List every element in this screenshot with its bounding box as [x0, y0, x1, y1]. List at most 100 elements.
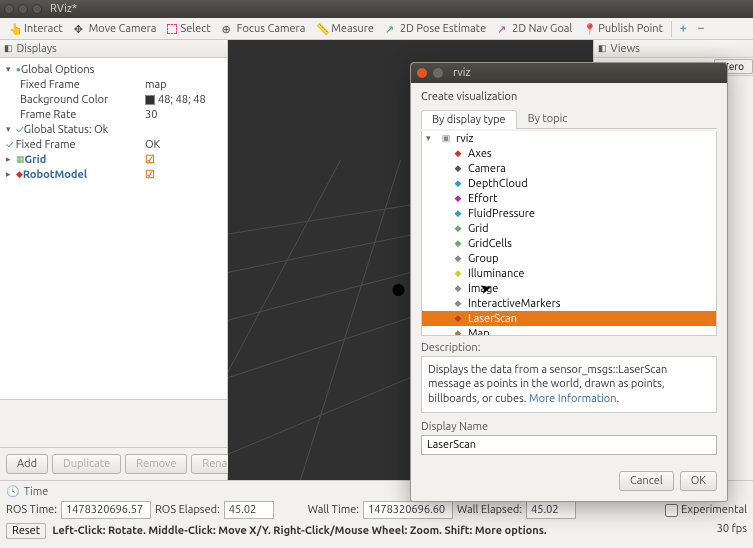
ros-time-field[interactable]	[61, 501, 151, 519]
fixed-frame-row[interactable]: Fixed Framemap	[0, 77, 227, 92]
dialog-tabs: By display type By topic	[421, 109, 717, 129]
type-item-camera[interactable]: ◆ Camera	[422, 161, 716, 176]
window-titlebar: RViz*	[0, 0, 753, 18]
gridcells-icon: ◆	[452, 238, 464, 250]
ros-elapsed-label: ROS Elapsed:	[155, 504, 220, 516]
window-maximize-button[interactable]	[32, 4, 42, 14]
add-button[interactable]: Add	[6, 454, 48, 474]
plus-icon: +	[680, 22, 687, 35]
move-icon: ✥	[74, 23, 86, 35]
description-label: Description:	[421, 342, 717, 354]
displays-panel: ◧ Displays ▾●Global Options Fixed Framem…	[0, 40, 228, 480]
type-item-effort[interactable]: ◆ Effort	[422, 191, 716, 206]
grid-icon: ◆	[452, 223, 464, 235]
type-item-fluidpressure[interactable]: ◆FluidPressure	[422, 206, 716, 221]
focus-camera-tool[interactable]: ⊕Focus Camera	[217, 22, 311, 36]
type-item-label: Camera	[468, 163, 506, 175]
display-name-label: Display Name	[421, 421, 717, 433]
type-item-label: Map	[468, 328, 490, 337]
type-item-label: DepthCloud	[468, 178, 528, 190]
type-item-axes[interactable]: ◆Axes	[422, 146, 716, 161]
frame-rate-row[interactable]: Frame Rate30	[0, 107, 227, 122]
type-item-grid[interactable]: ◆Grid	[422, 221, 716, 236]
global-options-row[interactable]: ▾●Global Options	[0, 62, 227, 77]
move-camera-tool[interactable]: ✥Move Camera	[69, 22, 162, 36]
checkbox-icon[interactable]: ☑	[145, 153, 157, 166]
effort-icon: ◆	[452, 193, 464, 205]
arrow-green-icon: ↗	[385, 23, 397, 35]
global-status-row[interactable]: ▾✓Global Status: Ok	[0, 122, 227, 137]
map-icon: ◆	[452, 328, 464, 337]
wall-time-field[interactable]	[363, 501, 453, 519]
display-name-input[interactable]	[421, 435, 717, 455]
type-group-rviz[interactable]: ▾▣rviz	[422, 131, 716, 146]
duplicate-button[interactable]: Duplicate	[52, 454, 121, 474]
ok-button[interactable]: OK	[680, 471, 717, 491]
wall-elapsed-field[interactable]	[526, 501, 576, 519]
type-item-label: Effort	[468, 193, 497, 205]
tab-by-topic[interactable]: By topic	[517, 109, 579, 128]
views-panel-header[interactable]: ◧ Views	[594, 40, 753, 58]
camera-icon: ◆	[452, 163, 464, 175]
type-item-label: Group	[468, 253, 499, 265]
grid-display-row[interactable]: ▸▦Grid☑	[0, 152, 227, 167]
create-visualization-dialog: rviz Create visualization By display typ…	[410, 62, 728, 502]
ruler-icon: 📏	[316, 23, 328, 35]
type-item-illuminance[interactable]: ◆Illuminance	[422, 266, 716, 281]
window-close-button[interactable]	[4, 4, 14, 14]
add-tool-button[interactable]: +	[675, 21, 692, 36]
robot-model-row[interactable]: ▸◆RobotModel☑	[0, 167, 227, 182]
measure-tool[interactable]: 📏Measure	[311, 22, 379, 36]
select-tool[interactable]: Select	[162, 22, 215, 36]
displays-panel-header[interactable]: ◧ Displays	[0, 40, 227, 58]
more-info-link[interactable]: More Information	[529, 393, 616, 405]
type-item-interactivemarkers[interactable]: ◆InteractiveMarkers	[422, 296, 716, 311]
display-type-list[interactable]: ▾▣rviz ◆Axes◆Camera◆DepthCloud◆Effort◆Fl…	[421, 131, 717, 336]
type-item-gridcells[interactable]: ◆ GridCells	[422, 236, 716, 251]
type-item-label: Image	[468, 283, 498, 295]
experimental-checkbox[interactable]: Experimental	[665, 504, 747, 517]
bg-color-row[interactable]: Background Color48; 48; 48	[0, 92, 227, 107]
publish-point-tool[interactable]: 📍Publish Point	[578, 22, 668, 36]
window-buttons	[4, 4, 42, 14]
dialog-close-button[interactable]	[417, 68, 427, 78]
type-item-label: GridCells	[468, 238, 512, 250]
checkbox-icon[interactable]: ☑	[145, 168, 157, 181]
tab-by-display-type[interactable]: By display type	[421, 110, 517, 129]
fluidpressure-icon: ◆	[452, 208, 464, 220]
window-minimize-button[interactable]	[18, 4, 28, 14]
displays-tree[interactable]: ▾●Global Options Fixed Framemap Backgrou…	[0, 58, 227, 399]
type-item-group[interactable]: ◆Group	[422, 251, 716, 266]
nav-goal-tool[interactable]: ↗2D Nav Goal	[492, 22, 577, 36]
fps-display: 30 fps	[717, 523, 747, 535]
cancel-button[interactable]: Cancel	[619, 471, 674, 491]
toolbar-separator	[671, 21, 672, 37]
type-item-label: LaserScan	[468, 313, 517, 325]
type-item-depthcloud[interactable]: ◆DepthCloud	[422, 176, 716, 191]
ros-elapsed-field[interactable]	[224, 501, 274, 519]
type-item-image[interactable]: ◆ Image	[422, 281, 716, 296]
dialog-minimize-button[interactable]	[433, 68, 443, 78]
fixed-frame-status-row[interactable]: ✓Fixed FrameOK	[0, 137, 227, 152]
clock-icon: 🕓	[6, 485, 20, 498]
interact-tool[interactable]: 👆Interact	[4, 22, 68, 36]
reset-button[interactable]: Reset	[6, 523, 46, 539]
pin-icon: ◧	[598, 43, 607, 54]
laserscan-icon: ◆	[452, 313, 464, 325]
remove-tool-button[interactable]: −	[693, 21, 710, 36]
arrow-pink-icon: ↗	[497, 23, 509, 35]
pose-estimate-tool[interactable]: ↗2D Pose Estimate	[380, 22, 491, 36]
ros-time-label: ROS Time:	[6, 504, 57, 516]
interactivemarkers-icon: ◆	[452, 298, 464, 310]
wall-time-label: Wall Time:	[308, 504, 359, 516]
image-icon: ◆	[452, 283, 464, 295]
type-item-laserscan[interactable]: ◆ LaserScan	[422, 311, 716, 326]
displays-panel-buttons: Add Duplicate Remove Rename	[0, 447, 227, 480]
type-item-map[interactable]: ◆ Map	[422, 326, 716, 336]
type-item-label: Axes	[468, 148, 492, 160]
dialog-titlebar[interactable]: rviz	[411, 63, 727, 83]
description-box: Displays the data from a sensor_msgs::La…	[421, 356, 717, 413]
illuminance-icon: ◆	[452, 268, 464, 280]
wall-elapsed-label: Wall Elapsed:	[457, 504, 522, 516]
remove-button[interactable]: Remove	[125, 454, 187, 474]
